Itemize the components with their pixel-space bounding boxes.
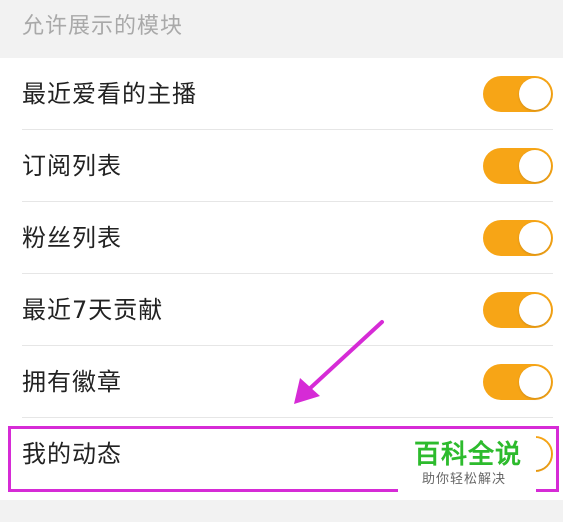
toggle-switch[interactable] [483, 76, 553, 112]
toggle-knob [519, 366, 551, 398]
setting-row-7day-contribution: 最近7天贡献 [0, 274, 563, 346]
toggle-knob [519, 294, 551, 326]
watermark-subtitle: 助你轻松解决 [422, 472, 507, 487]
toggle-switch[interactable] [483, 364, 553, 400]
toggle-knob [519, 150, 551, 182]
setting-row-fans: 粉丝列表 [0, 202, 563, 274]
setting-label: 粉丝列表 [22, 224, 122, 252]
setting-label: 我的动态 [22, 440, 122, 468]
toggle-switch[interactable] [483, 148, 553, 184]
setting-row-badges: 拥有徽章 [0, 346, 563, 418]
setting-row-subscriptions: 订阅列表 [0, 130, 563, 202]
section-header: 允许展示的模块 [0, 0, 563, 58]
toggle-knob [519, 222, 551, 254]
watermark: 百科全说 助你轻松解决 [398, 436, 536, 494]
setting-label: 拥有徽章 [22, 368, 122, 396]
toggle-switch[interactable] [483, 292, 553, 328]
setting-row-favorite-streamers: 最近爱看的主播 [0, 58, 563, 130]
section-title: 允许展示的模块 [22, 14, 184, 39]
setting-label: 订阅列表 [22, 152, 122, 180]
toggle-knob [519, 78, 551, 110]
setting-label: 最近7天贡献 [22, 296, 164, 324]
setting-label: 最近爱看的主播 [22, 80, 197, 108]
settings-list: 最近爱看的主播 订阅列表 粉丝列表 最近7天贡献 拥有徽章 我的动态 [0, 58, 563, 500]
watermark-title: 百科全说 [414, 440, 523, 470]
bottom-spacer [0, 500, 563, 522]
toggle-switch[interactable] [483, 220, 553, 256]
